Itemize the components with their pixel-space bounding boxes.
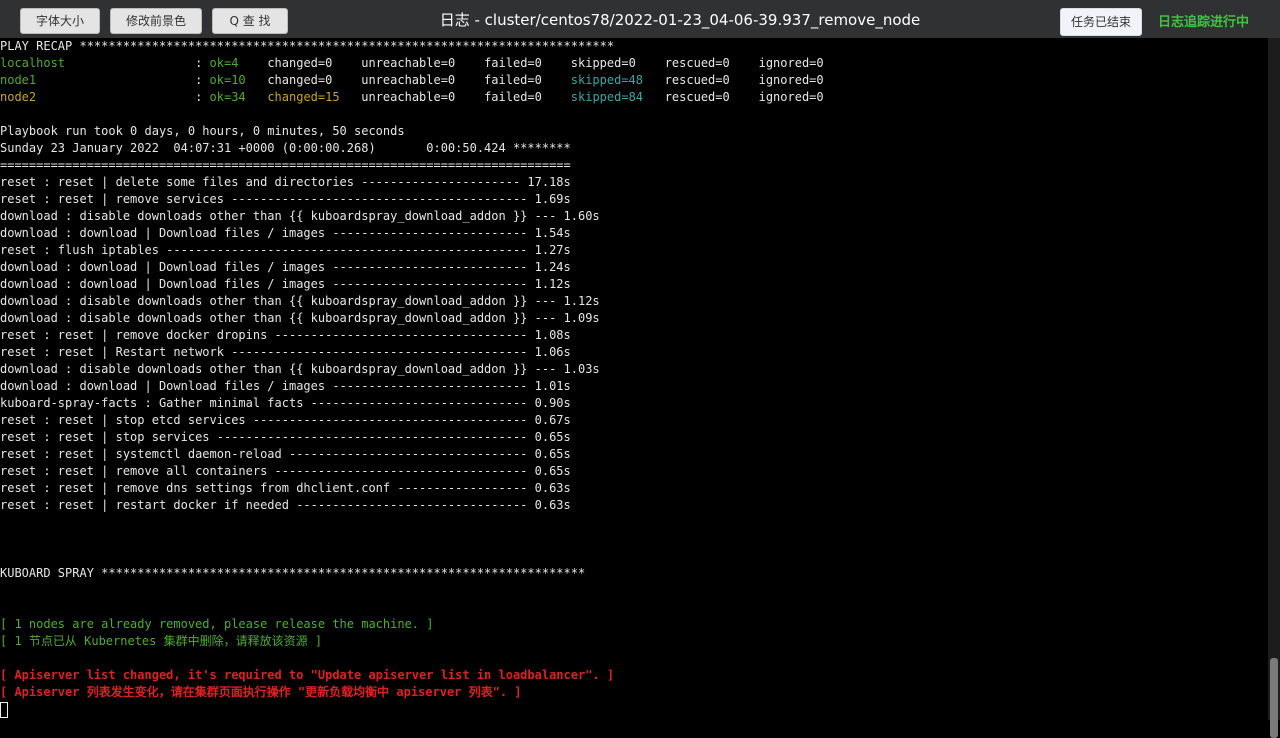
terminal-text: node1 <box>0 73 37 87</box>
change-color-button[interactable]: 修改前景色 <box>110 8 202 34</box>
terminal-text: download : disable downloads other than … <box>0 209 600 223</box>
terminal-text: reset : flush iptables -----------------… <box>0 243 571 257</box>
terminal-text: download : disable downloads other than … <box>0 362 600 376</box>
terminal-line: reset : reset | remove dns settings from… <box>0 480 1268 497</box>
terminal-text: ok=34 <box>209 90 246 104</box>
terminal-text: download : download | Download files / i… <box>0 379 571 393</box>
terminal-text: reset : reset | Restart network --------… <box>0 345 571 359</box>
terminal-line: KUBOARD SPRAY **************************… <box>0 565 1268 582</box>
terminal-text: Sunday 23 January 2022 04:07:31 +0000 (0… <box>0 141 571 155</box>
terminal-text: [ 1 nodes are already removed, please re… <box>0 617 434 631</box>
terminal-text: reset : reset | remove services --------… <box>0 192 571 206</box>
terminal-line: Sunday 23 January 2022 04:07:31 +0000 (0… <box>0 140 1268 157</box>
terminal-line: reset : reset | stop etcd services -----… <box>0 412 1268 429</box>
terminal-line: ========================================… <box>0 157 1268 174</box>
terminal-line: localhost : ok=4 changed=0 unreachable=0… <box>0 55 1268 72</box>
terminal-line: download : disable downloads other than … <box>0 361 1268 378</box>
terminal-text: reset : reset | systemctl daemon-reload … <box>0 447 571 461</box>
terminal-text: reset : reset | remove docker dropins --… <box>0 328 571 342</box>
terminal-text: download : disable downloads other than … <box>0 311 600 325</box>
terminal-text: node2 <box>0 90 37 104</box>
terminal-text: unreachable=0 failed=0 <box>339 90 571 104</box>
font-size-button[interactable]: 字体大小 <box>20 8 100 34</box>
task-ended-button[interactable]: 任务已结束 <box>1060 8 1142 36</box>
terminal-text: : <box>65 56 210 70</box>
search-button[interactable]: Q 查 找 <box>212 8 288 34</box>
terminal-text: ok=4 <box>209 56 239 70</box>
terminal-line: download : disable downloads other than … <box>0 310 1268 327</box>
terminal-line: download : download | Download files / i… <box>0 276 1268 293</box>
terminal-line: reset : flush iptables -----------------… <box>0 242 1268 259</box>
terminal-line: download : disable downloads other than … <box>0 208 1268 225</box>
terminal-text: download : download | Download files / i… <box>0 226 571 240</box>
terminal-output[interactable]: PLAY RECAP *****************************… <box>0 38 1268 720</box>
terminal-text: PLAY RECAP *****************************… <box>0 39 615 53</box>
log-title: 日志 - cluster/centos78/2022-01-23_04-06-3… <box>439 11 921 29</box>
terminal-text: localhost <box>0 56 66 70</box>
terminal-cursor <box>0 701 8 718</box>
terminal-text: reset : reset | remove dns settings from… <box>0 481 571 495</box>
terminal-text: download : disable downloads other than … <box>0 294 600 308</box>
terminal-line: download : download | Download files / i… <box>0 378 1268 395</box>
scrollbar-thumb[interactable] <box>1270 658 1278 738</box>
tracking-status: 日志追踪进行中 <box>1158 15 1250 30</box>
terminal-text: reset : reset | restart docker if needed… <box>0 498 571 512</box>
terminal-line: reset : reset | remove docker dropins --… <box>0 327 1268 344</box>
terminal-line: download : download | Download files / i… <box>0 225 1268 242</box>
terminal-line: Playbook run took 0 days, 0 hours, 0 min… <box>0 123 1268 140</box>
terminal-text: reset : reset | delete some files and di… <box>0 175 571 189</box>
terminal-text: ========================================… <box>0 158 571 172</box>
terminal-text: changed=15 <box>267 90 340 104</box>
terminal-line: [ Apiserver 列表发生变化，请在集群页面执行操作 "更新负载均衡中 a… <box>0 684 1268 701</box>
terminal-line: reset : reset | stop services ----------… <box>0 429 1268 446</box>
terminal-text: : <box>36 90 210 104</box>
terminal-text: ok=10 <box>209 73 246 87</box>
terminal-text: download : download | Download files / i… <box>0 260 571 274</box>
terminal-text: : <box>36 73 210 87</box>
terminal-text: [ Apiserver 列表发生变化，请在集群页面执行操作 "更新负载均衡中 a… <box>0 685 522 699</box>
terminal-line: download : disable downloads other than … <box>0 293 1268 310</box>
terminal-prompt-line <box>0 701 1268 718</box>
terminal-text: download : download | Download files / i… <box>0 277 571 291</box>
terminal-text: reset : reset | stop services ----------… <box>0 430 571 444</box>
terminal-line: reset : reset | restart docker if needed… <box>0 497 1268 514</box>
terminal-line: PLAY RECAP *****************************… <box>0 38 1268 55</box>
terminal-line: node1 : ok=10 changed=0 unreachable=0 fa… <box>0 72 1268 89</box>
terminal-scrollbar[interactable] <box>1268 38 1280 738</box>
terminal-line: node2 : ok=34 changed=15 unreachable=0 f… <box>0 89 1268 106</box>
terminal-text: changed=0 unreachable=0 failed=0 skipped… <box>238 56 824 70</box>
terminal-text: [ 1 节点已从 Kubernetes 集群中删除，请释放该资源 ] <box>0 634 323 648</box>
terminal-text: reset : reset | remove all containers --… <box>0 464 571 478</box>
terminal-text: [ Apiserver list changed, it's required … <box>0 668 615 682</box>
terminal-text: KUBOARD SPRAY **************************… <box>0 566 586 580</box>
toolbar: 字体大小 修改前景色 Q 查 找 日志 - cluster/centos78/2… <box>0 0 1280 38</box>
terminal-line: kuboard-spray-facts : Gather minimal fac… <box>0 395 1268 412</box>
terminal-line: reset : reset | remove all containers --… <box>0 463 1268 480</box>
terminal-text: Playbook run took 0 days, 0 hours, 0 min… <box>0 124 405 138</box>
terminal-line: reset : reset | Restart network --------… <box>0 344 1268 361</box>
terminal-line: [ Apiserver list changed, it's required … <box>0 667 1268 684</box>
terminal-line: [ 1 节点已从 Kubernetes 集群中删除，请释放该资源 ] <box>0 633 1268 650</box>
terminal-line: reset : reset | systemctl daemon-reload … <box>0 446 1268 463</box>
terminal-text: skipped=48 <box>570 73 643 87</box>
terminal-text: reset : reset | stop etcd services -----… <box>0 413 571 427</box>
terminal-text: skipped=84 <box>570 90 644 104</box>
terminal-line: reset : reset | delete some files and di… <box>0 174 1268 191</box>
terminal-text: rescued=0 ignored=0 <box>643 90 824 104</box>
terminal-text: kuboard-spray-facts : Gather minimal fac… <box>0 396 571 410</box>
terminal-line: download : download | Download files / i… <box>0 259 1268 276</box>
terminal-line: [ 1 nodes are already removed, please re… <box>0 616 1268 633</box>
terminal-text: changed=0 unreachable=0 failed=0 <box>245 73 571 87</box>
terminal-line: reset : reset | remove services --------… <box>0 191 1268 208</box>
terminal-text: rescued=0 ignored=0 <box>643 73 824 87</box>
